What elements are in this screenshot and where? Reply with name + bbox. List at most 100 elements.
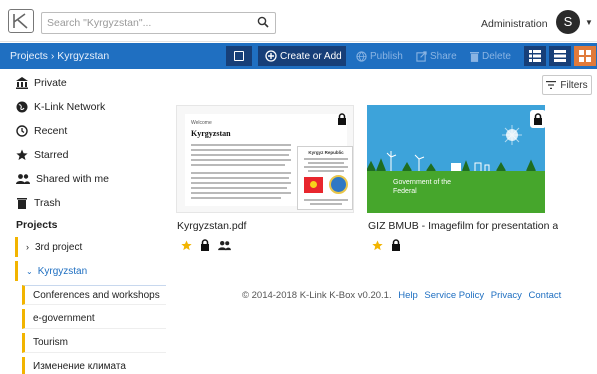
star-icon[interactable] bbox=[181, 239, 192, 251]
thumb-header-text: Welcome bbox=[191, 120, 212, 126]
publish-button[interactable]: Publish bbox=[356, 48, 403, 64]
document-name[interactable]: GIZ BMUB - Imagefilm for presentation a.… bbox=[368, 220, 558, 232]
search-input[interactable] bbox=[47, 15, 247, 31]
video-preview-image bbox=[367, 105, 545, 213]
document-name[interactable]: Kyrgyzstan.pdf bbox=[177, 220, 355, 232]
subproject-item-conferences[interactable]: Conferences and workshops bbox=[22, 285, 166, 305]
document-thumbnail-pdf[interactable]: Welcome Kyrgyzstan Kyrgyz Republic bbox=[176, 105, 354, 213]
sidebar-item-label: Recent bbox=[34, 125, 68, 137]
footer: © 2014-2018 K-Link K-Box v0.20.1. Help S… bbox=[242, 290, 561, 301]
select-all-button[interactable] bbox=[226, 46, 252, 66]
projects-heading: Projects bbox=[16, 219, 58, 231]
document-thumbnail-video[interactable]: Government of the Federal bbox=[367, 105, 545, 213]
chevron-down-icon[interactable]: ▼ bbox=[585, 18, 593, 27]
document-badges bbox=[181, 238, 231, 252]
project-item-3rd-project[interactable]: › 3rd project bbox=[15, 237, 165, 257]
chevron-right-icon[interactable]: › bbox=[26, 242, 29, 252]
sidebar-item-shared-with-me[interactable]: Shared with me bbox=[16, 170, 109, 188]
sidebar-item-label: Private bbox=[34, 77, 67, 89]
globe-icon bbox=[16, 101, 28, 113]
users-icon bbox=[16, 174, 30, 184]
filters-label: Filters bbox=[560, 79, 588, 91]
trash-icon bbox=[470, 51, 479, 62]
subproject-label: Изменение климата bbox=[33, 361, 126, 372]
list-view-button[interactable] bbox=[549, 46, 571, 66]
clock-icon bbox=[16, 125, 28, 137]
lock-icon bbox=[392, 239, 400, 251]
search-box[interactable] bbox=[41, 12, 276, 34]
sidebar-item-starred[interactable]: Starred bbox=[16, 146, 68, 164]
share-label: Share bbox=[430, 50, 457, 62]
video-caption: Government of the Federal bbox=[393, 178, 451, 196]
details-view-button[interactable] bbox=[524, 46, 546, 66]
trash-icon bbox=[17, 198, 27, 209]
create-or-add-button[interactable]: Create or Add bbox=[258, 46, 346, 66]
subproject-item-tourism[interactable]: Tourism bbox=[22, 333, 166, 353]
chevron-down-icon[interactable]: ⌄ bbox=[26, 267, 33, 276]
plus-circle-icon bbox=[265, 50, 277, 62]
grid-view-button[interactable] bbox=[574, 46, 596, 66]
subproject-label: Tourism bbox=[33, 337, 69, 348]
lock-icon bbox=[201, 239, 209, 251]
search-icon[interactable] bbox=[257, 16, 269, 28]
project-label: Kyrgyzstan bbox=[37, 265, 88, 277]
sidebar-item-label: K-Link Network bbox=[34, 101, 106, 113]
filters-button[interactable]: Filters bbox=[542, 75, 592, 95]
create-or-add-label: Create or Add bbox=[280, 50, 342, 62]
lock-badge bbox=[334, 110, 349, 127]
filter-icon bbox=[546, 81, 557, 89]
sidebar-item-k-link-network[interactable]: K-Link Network bbox=[16, 98, 105, 116]
sidebar-item-trash[interactable]: Trash bbox=[16, 194, 60, 212]
sidebar-item-label: Trash bbox=[34, 197, 61, 209]
emblem-image bbox=[329, 175, 348, 194]
users-icon bbox=[218, 240, 231, 250]
pdf-page-preview: Welcome Kyrgyzstan Kyrgyz Republic bbox=[185, 114, 353, 210]
subproject-item-climate-change[interactable]: Изменение климата bbox=[22, 357, 166, 374]
service-policy-link[interactable]: Service Policy bbox=[424, 290, 484, 301]
star-icon bbox=[16, 149, 28, 160]
video-caption-line1: Government of the bbox=[393, 179, 451, 186]
share-button[interactable]: Share bbox=[416, 48, 457, 64]
list-icon bbox=[554, 50, 566, 62]
subproject-label: e-government bbox=[33, 313, 95, 324]
lock-icon bbox=[338, 113, 346, 125]
flag-image bbox=[304, 177, 323, 193]
action-toolbar: Projects › Kyrgyzstan Create or Add Publ… bbox=[0, 43, 597, 69]
sidebar: Private K-Link Network Recent Starred Sh… bbox=[0, 70, 168, 374]
list-details-icon bbox=[529, 50, 541, 62]
help-link[interactable]: Help bbox=[398, 290, 418, 301]
sidebar-item-private[interactable]: Private bbox=[16, 74, 67, 92]
delete-label: Delete bbox=[482, 50, 511, 62]
subproject-label: Conferences and workshops bbox=[33, 289, 160, 301]
breadcrumb[interactable]: Projects › Kyrgyzstan bbox=[10, 50, 109, 62]
video-caption-line2: Federal bbox=[393, 188, 417, 195]
globe-icon bbox=[356, 50, 367, 62]
subproject-item-e-government[interactable]: e-government bbox=[22, 309, 166, 329]
contact-link[interactable]: Contact bbox=[529, 290, 562, 301]
thumb-title-text: Kyrgyzstan bbox=[191, 129, 231, 138]
publish-label: Publish bbox=[370, 50, 403, 62]
copyright-text: © 2014-2018 K-Link K-Box v0.20.1. bbox=[242, 290, 392, 301]
project-item-kyrgyzstan[interactable]: ⌄ Kyrgyzstan bbox=[15, 261, 165, 281]
privacy-link[interactable]: Privacy bbox=[491, 290, 522, 301]
sidebar-item-recent[interactable]: Recent bbox=[16, 122, 67, 140]
logo-icon bbox=[13, 13, 28, 29]
checkbox-icon bbox=[234, 51, 244, 61]
delete-button[interactable]: Delete bbox=[470, 48, 511, 64]
avatar[interactable]: S bbox=[556, 10, 580, 34]
share-icon bbox=[416, 50, 427, 62]
top-bar: Administration S ▼ bbox=[0, 0, 597, 42]
lock-icon bbox=[534, 113, 542, 125]
k-box-logo[interactable] bbox=[8, 9, 34, 33]
sidebar-item-label: Shared with me bbox=[36, 173, 109, 185]
grid-icon bbox=[579, 50, 591, 62]
lock-badge bbox=[530, 110, 545, 128]
sidebar-item-label: Starred bbox=[34, 149, 69, 161]
bank-icon bbox=[16, 77, 28, 89]
pdf-info-box: Kyrgyz Republic bbox=[297, 146, 353, 210]
thumb-box-title: Kyrgyz Republic bbox=[308, 150, 344, 155]
project-label: 3rd project bbox=[35, 241, 83, 253]
document-badges bbox=[372, 238, 401, 252]
star-icon[interactable] bbox=[372, 239, 383, 251]
administration-link[interactable]: Administration bbox=[481, 18, 548, 30]
